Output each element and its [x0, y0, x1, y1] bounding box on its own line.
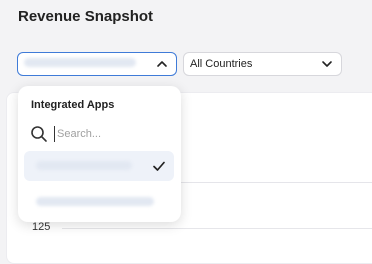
card-divider	[180, 182, 372, 183]
chevron-down-icon	[322, 61, 332, 67]
dropdown-option-selected[interactable]	[24, 151, 174, 181]
check-icon	[153, 161, 165, 171]
integrated-apps-select[interactable]	[17, 52, 177, 76]
search-input[interactable]	[54, 126, 157, 142]
blurred-option-label	[36, 197, 154, 206]
apps-select-value	[18, 58, 154, 70]
blurred-app-name	[24, 58, 136, 67]
dropdown-header: Integrated Apps	[31, 99, 115, 111]
countries-select[interactable]: All Countries	[183, 52, 342, 76]
countries-select-value: All Countries	[190, 58, 253, 70]
dropdown-option[interactable]	[24, 187, 174, 217]
integrated-apps-dropdown: Integrated Apps	[18, 86, 181, 222]
chevron-up-icon	[157, 61, 167, 67]
blurred-option-label	[36, 161, 132, 170]
y-axis-tick-label: 125	[32, 221, 51, 233]
gridline	[62, 228, 372, 229]
search-icon	[31, 126, 47, 142]
page-title: Revenue Snapshot	[18, 8, 154, 25]
